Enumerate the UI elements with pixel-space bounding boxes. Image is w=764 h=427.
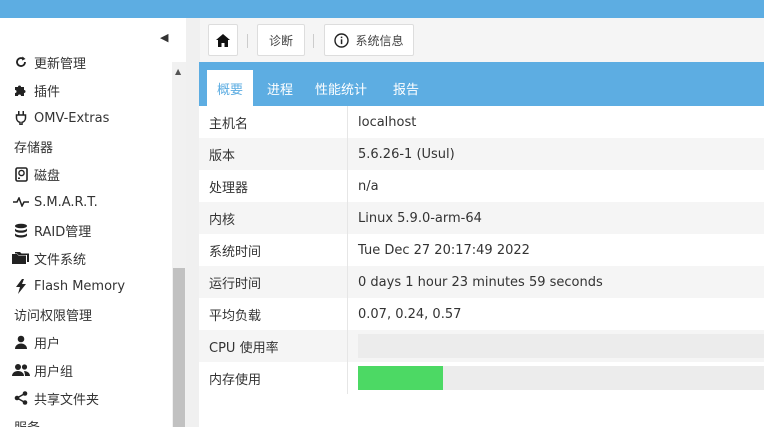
sidebar-item[interactable]: 用户 <box>0 328 172 356</box>
sidebar-item-label: RAID管理 <box>34 224 92 240</box>
tab-reports[interactable]: 报告 <box>385 70 427 106</box>
cpu-usage-label: CPU 使用率 <box>199 330 348 362</box>
row-value: n/a <box>358 178 379 194</box>
table-row: 运行时间 0 days 1 hour 23 minutes 59 seconds <box>199 266 764 298</box>
sidebar-item-label: 存储器 <box>14 140 54 156</box>
info-icon <box>334 32 350 48</box>
row-value: 0.07, 0.24, 0.57 <box>358 306 462 322</box>
sidebar-section-header: 存储器 <box>0 132 172 160</box>
memory-usage-bar-fill <box>358 366 444 390</box>
table-row: CPU 使用率 <box>199 330 764 362</box>
sidebar-item-label: Flash Memory <box>34 278 126 294</box>
collapse-sidebar-icon[interactable]: ◀ <box>160 31 168 44</box>
row-label: 系统时间 <box>199 234 348 266</box>
table-row: 主机名 localhost <box>199 106 764 138</box>
sidebar-item-label: 用户组 <box>34 364 74 380</box>
toolbar-separator <box>247 34 248 48</box>
sidebar-item-label: 访问权限管理 <box>14 308 93 324</box>
row-value: 5.6.26-1 (Usul) <box>358 146 455 162</box>
row-label: 版本 <box>199 138 348 170</box>
sidebar-item[interactable]: 磁盘 <box>0 160 172 188</box>
sidebar-nav: 更新管理插件 OMV-Extras 存储器磁盘 S.M.A.R.T. RAID管理 文件系… <box>0 48 172 427</box>
row-label: 内核 <box>199 202 348 234</box>
update-icon <box>12 55 30 69</box>
memory-usage-bar <box>358 366 764 390</box>
overview-table: 主机名 localhost 版本 5.6.26-1 (Usul) 处理器 n/a… <box>199 106 764 394</box>
table-row: 系统时间 Tue Dec 27 20:17:49 2022 <box>199 234 764 266</box>
toolbar-separator <box>313 34 314 48</box>
sidebar-item[interactable]: 用户组 <box>0 356 172 384</box>
pulse-icon <box>12 197 30 207</box>
sidebar-item[interactable]: Flash Memory <box>0 272 172 300</box>
row-value: localhost <box>358 114 417 130</box>
sidebar-item-label: 服务 <box>14 417 40 427</box>
sidebar-item-label: S.M.A.R.T. <box>34 194 98 210</box>
sidebar-section-header: 访问权限管理 <box>0 300 172 328</box>
database-icon <box>12 223 30 238</box>
memory-usage-label: 内存使用 <box>199 362 348 394</box>
sidebar-item[interactable]: S.M.A.R.T. <box>0 188 172 216</box>
sidebar-item-label: 更新管理 <box>34 56 87 72</box>
tab-overview[interactable]: 概要 <box>207 70 253 106</box>
row-value: 0 days 1 hour 23 minutes 59 seconds <box>358 274 603 290</box>
table-row: 处理器 n/a <box>199 170 764 202</box>
row-label: 平均负载 <box>199 298 348 330</box>
table-row: 内存使用 <box>199 362 764 394</box>
sidebar-item-label: 用户 <box>34 336 61 352</box>
cpu-usage-bar <box>358 334 764 358</box>
home-icon <box>216 33 230 47</box>
share-icon <box>12 391 30 405</box>
tab-bar: 概要 进程 性能统计 报告 <box>199 62 764 106</box>
breadcrumb-diagnostics[interactable]: 诊断 <box>257 24 305 56</box>
user-icon <box>12 335 30 349</box>
scrollbar-thumb[interactable] <box>173 268 185 427</box>
sidebar-item[interactable]: 文件系统 <box>0 244 172 272</box>
sidebar-item[interactable]: 更新管理 <box>0 48 172 76</box>
sidebar-item-label: 磁盘 <box>34 168 61 184</box>
sidebar-item[interactable]: RAID管理 <box>0 216 172 244</box>
top-header-bar <box>0 0 764 18</box>
sidebar-item-label: OMV-Extras <box>34 110 110 126</box>
breadcrumb-system-info[interactable]: 系统信息 <box>324 24 414 56</box>
breadcrumb-toolbar: 诊断 系统信息 <box>200 18 764 62</box>
home-button[interactable] <box>208 24 238 56</box>
sidebar-item-label: 共享文件夹 <box>34 392 100 408</box>
row-value: Tue Dec 27 20:17:49 2022 <box>358 242 530 258</box>
plug-icon <box>12 111 30 125</box>
tab-performance[interactable]: 性能统计 <box>309 70 373 106</box>
sidebar-item[interactable]: 插件 <box>0 76 172 104</box>
row-label: 运行时间 <box>199 266 348 298</box>
sidebar-item[interactable]: 共享文件夹 <box>0 384 172 412</box>
system-info-panel: 概要 进程 性能统计 报告 主机名 localhost 版本 5.6.26-1 … <box>199 62 764 427</box>
sidebar-item-label: 插件 <box>34 84 61 100</box>
cpu-usage-cell <box>348 330 764 362</box>
memory-usage-cell <box>348 362 764 394</box>
table-row: 平均负载 0.07, 0.24, 0.57 <box>199 298 764 330</box>
harddisk-icon <box>12 166 30 182</box>
table-row: 版本 5.6.26-1 (Usul) <box>199 138 764 170</box>
sidebar-item[interactable]: OMV-Extras <box>0 104 172 132</box>
sidebar-item-label: 文件系统 <box>34 252 87 268</box>
sidebar-divider <box>186 18 200 427</box>
breadcrumb-system-info-label: 系统信息 <box>355 33 404 48</box>
puzzle-icon <box>12 83 30 97</box>
scroll-up-arrow-icon[interactable]: ▲ <box>175 67 181 76</box>
row-label: 处理器 <box>199 170 348 202</box>
sidebar-scrollbar[interactable]: ▲ <box>172 62 186 427</box>
folders-icon <box>12 251 30 266</box>
sidebar-section-header: 服务 <box>0 412 172 427</box>
row-value: Linux 5.9.0-arm-64 <box>358 210 482 226</box>
row-label: 主机名 <box>199 106 348 138</box>
flash-icon <box>12 278 30 294</box>
table-row: 内核 Linux 5.9.0-arm-64 <box>199 202 764 234</box>
sidebar: ◀ 更新管理插件 OMV-Extras 存储器磁盘 S.M.A.R.T. RAID管理文… <box>0 18 186 427</box>
users-icon <box>12 363 30 377</box>
tab-processes[interactable]: 进程 <box>259 70 301 106</box>
